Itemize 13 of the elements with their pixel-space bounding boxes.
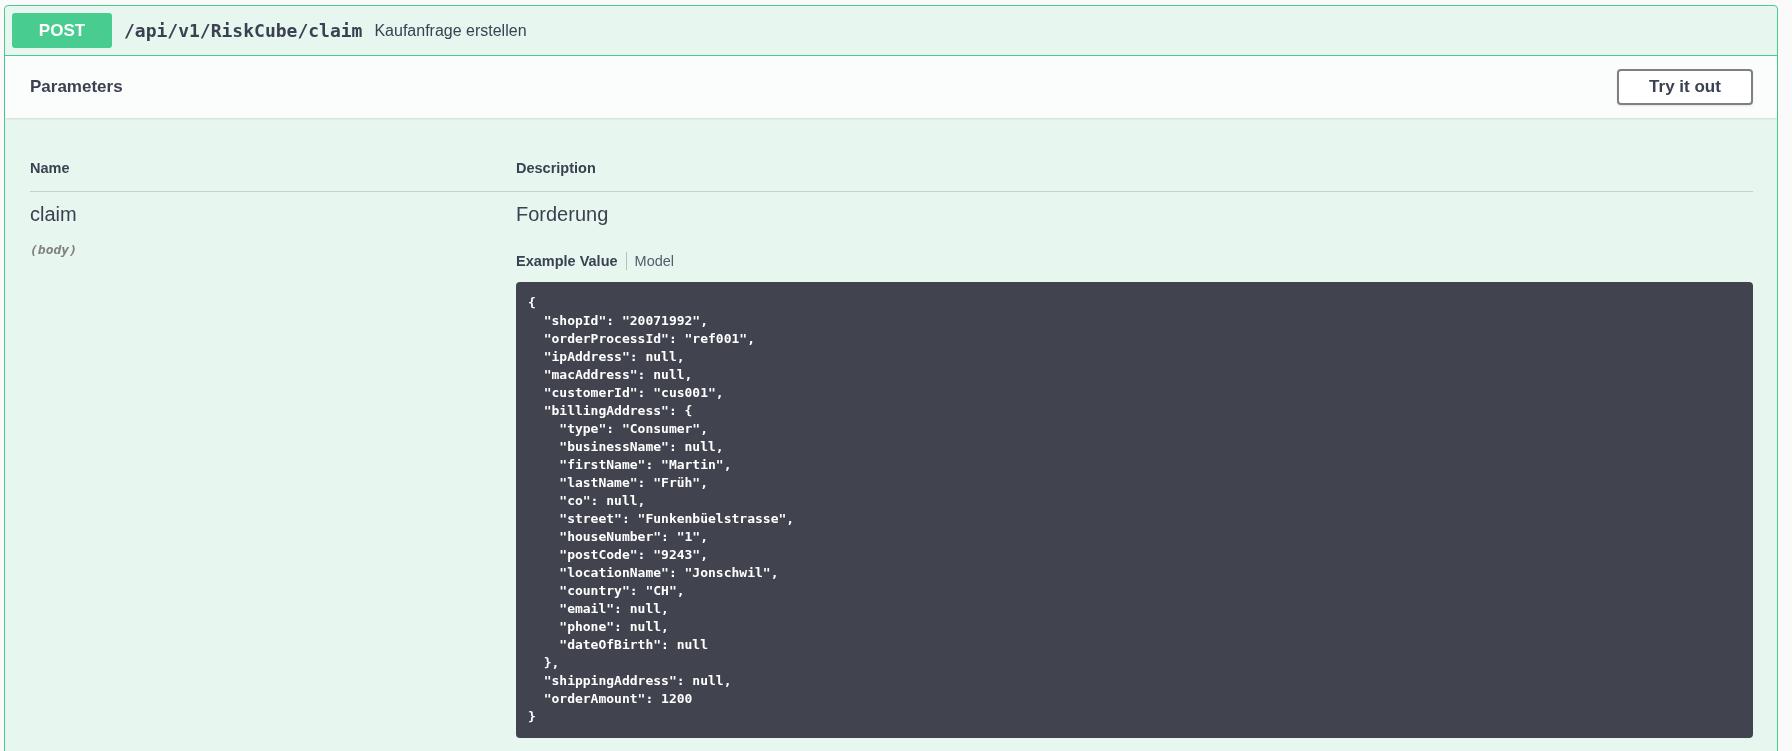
parameter-description: Forderung [516,202,609,226]
parameter-name: claim [30,202,77,226]
view-tab[interactable]: Example Value [516,252,618,270]
parameter-location: (body) [30,242,77,258]
column-header: Name [30,159,70,178]
column-header: Description [516,159,596,178]
try-it-out-button[interactable]: Try it out [1617,69,1753,105]
section-title: Parameters [30,77,123,97]
endpoint-path[interactable]: /api/v1/RiskCube/claim [124,20,363,41]
view-tab[interactable]: Model [634,252,675,270]
example-code-block: { "shopId": "20071992", "orderProcessId": "ref001", "ipAddress": null, "macAddress": null, "customerId": "cus001", "billingAddress": { "type": "Consumer", "businessName": null, "firstName": "Martin", "lastName": "Früh", "co": null, "street": "Funkenbüelstrasse", "houseNumber": "1", "postCode": "9243", "locationName": "Jonschwil", "country": "CH", "email": null, "phone": null, "dateOfBirth": null }, "shippingAddress": null, "orderAmount": 1200 } [516,282,1753,738]
endpoint-summary: Kaufanfrage erstellen [374,21,527,40]
method-badge: POST [12,13,112,48]
